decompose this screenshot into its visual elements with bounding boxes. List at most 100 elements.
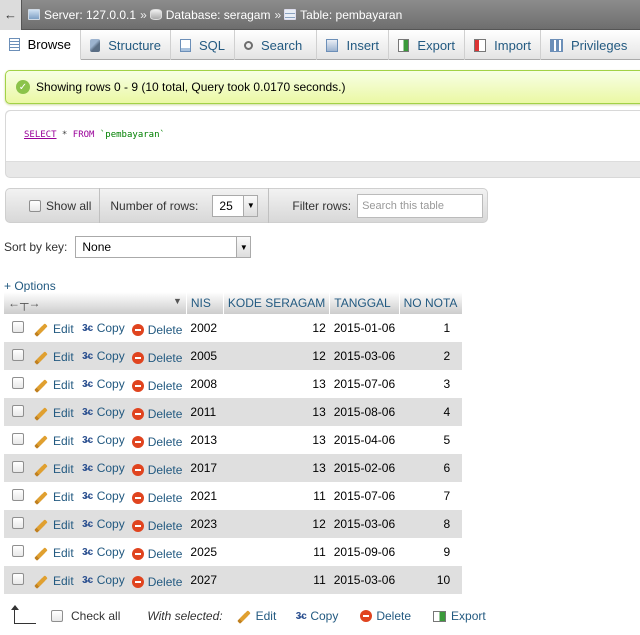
cell-tanggal[interactable]: 2015-07-06 xyxy=(329,370,400,398)
row-checkbox[interactable] xyxy=(12,377,24,390)
cell-kode-seragam[interactable]: 13 xyxy=(223,426,330,454)
filter-rows-input[interactable]: Search this table xyxy=(357,193,484,218)
tab-search[interactable]: Search xyxy=(235,30,317,60)
column-resize-icon[interactable]: ←┬→ xyxy=(8,296,41,310)
tab-import[interactable]: Import xyxy=(465,30,541,60)
row-copy-button[interactable]: 3̶c Copy xyxy=(81,433,125,447)
show-all-checkbox[interactable] xyxy=(29,199,41,212)
row-delete-button[interactable]: Delete xyxy=(131,463,182,477)
row-checkbox[interactable] xyxy=(12,349,24,362)
cell-tanggal[interactable]: 2015-03-06 xyxy=(329,566,400,594)
cell-nis[interactable]: 2013 xyxy=(186,426,224,454)
row-checkbox[interactable] xyxy=(12,489,24,502)
cell-nis[interactable]: 2011 xyxy=(186,398,224,426)
row-edit-button[interactable]: Edit xyxy=(36,434,74,448)
cell-no-nota[interactable]: 3 xyxy=(399,370,463,398)
show-all-label[interactable]: Show all xyxy=(46,199,91,213)
row-edit-button[interactable]: Edit xyxy=(36,378,74,392)
cell-nis[interactable]: 2027 xyxy=(186,566,224,594)
cell-kode-seragam[interactable]: 11 xyxy=(223,566,330,594)
breadcrumb-table[interactable]: Table: pembayaran xyxy=(284,8,402,22)
cell-nis[interactable]: 2002 xyxy=(186,314,224,342)
row-checkbox[interactable] xyxy=(12,517,24,530)
row-checkbox[interactable] xyxy=(12,461,24,474)
number-of-rows-select[interactable]: 25 ▼ xyxy=(212,194,259,217)
row-checkbox[interactable] xyxy=(12,573,24,586)
options-link[interactable]: + Options xyxy=(4,279,56,293)
column-header-no-nota[interactable]: NO NOTA xyxy=(399,292,463,314)
cell-no-nota[interactable]: 7 xyxy=(399,482,463,510)
tab-export[interactable]: Export xyxy=(389,30,465,60)
breadcrumb-table-label[interactable]: Table: pembayaran xyxy=(300,8,402,22)
cell-tanggal[interactable]: 2015-08-06 xyxy=(329,398,400,426)
breadcrumb-database[interactable]: Database: seragam xyxy=(149,8,271,22)
row-copy-button[interactable]: 3̶c Copy xyxy=(81,573,125,587)
cell-tanggal[interactable]: 2015-03-06 xyxy=(329,342,400,370)
bulk-delete-button[interactable]: Delete xyxy=(360,609,411,623)
row-checkbox[interactable] xyxy=(12,405,24,418)
cell-tanggal[interactable]: 2015-01-06 xyxy=(329,314,400,342)
cell-no-nota[interactable]: 9 xyxy=(399,538,463,566)
row-edit-button[interactable]: Edit xyxy=(36,546,74,560)
row-delete-button[interactable]: Delete xyxy=(131,351,182,365)
breadcrumb-database-label[interactable]: Database: seragam xyxy=(166,8,271,22)
row-copy-button[interactable]: 3̶c Copy xyxy=(81,321,125,335)
cell-tanggal[interactable]: 2015-04-06 xyxy=(329,426,400,454)
row-edit-button[interactable]: Edit xyxy=(36,518,74,532)
cell-kode-seragam[interactable]: 12 xyxy=(223,510,330,538)
cell-no-nota[interactable]: 10 xyxy=(399,566,463,594)
row-checkbox[interactable] xyxy=(12,321,24,334)
column-header-tanggal[interactable]: TANGGAL xyxy=(329,292,400,314)
cell-kode-seragam[interactable]: 12 xyxy=(223,342,330,370)
row-delete-button[interactable]: Delete xyxy=(131,435,182,449)
breadcrumb-server[interactable]: Server: 127.0.0.1 xyxy=(28,8,136,22)
row-edit-button[interactable]: Edit xyxy=(36,350,74,364)
row-copy-button[interactable]: 3̶c Copy xyxy=(81,517,125,531)
row-copy-button[interactable]: 3̶c Copy xyxy=(81,349,125,363)
tab-structure[interactable]: Structure xyxy=(81,30,171,60)
row-copy-button[interactable]: 3̶c Copy xyxy=(81,545,125,559)
row-delete-button[interactable]: Delete xyxy=(131,547,182,561)
cell-kode-seragam[interactable]: 11 xyxy=(223,538,330,566)
tab-privileges[interactable]: Privileges xyxy=(541,30,640,60)
row-copy-button[interactable]: 3̶c Copy xyxy=(81,489,125,503)
cell-tanggal[interactable]: 2015-02-06 xyxy=(329,454,400,482)
column-header-kode-seragam[interactable]: KODE SERAGAM xyxy=(223,292,331,314)
sql-keyword-select[interactable]: SELECT xyxy=(24,130,57,140)
row-delete-button[interactable]: Delete xyxy=(131,575,182,589)
bulk-export-button[interactable]: Export xyxy=(433,609,486,623)
cell-no-nota[interactable]: 8 xyxy=(399,510,463,538)
cell-nis[interactable]: 2025 xyxy=(186,538,224,566)
column-header-nis[interactable]: NIS xyxy=(186,292,224,314)
tab-insert[interactable]: Insert xyxy=(317,30,389,60)
row-copy-button[interactable]: 3̶c Copy xyxy=(81,461,125,475)
bulk-edit-button[interactable]: Edit xyxy=(238,609,276,623)
cell-kode-seragam[interactable]: 13 xyxy=(223,370,330,398)
cell-tanggal[interactable]: 2015-09-06 xyxy=(329,538,400,566)
tab-sql[interactable]: SQL xyxy=(171,30,235,60)
cell-nis[interactable]: 2023 xyxy=(186,510,224,538)
cell-no-nota[interactable]: 6 xyxy=(399,454,463,482)
cell-kode-seragam[interactable]: 12 xyxy=(223,314,330,342)
cell-tanggal[interactable]: 2015-07-06 xyxy=(329,482,400,510)
cell-kode-seragam[interactable]: 11 xyxy=(223,482,330,510)
row-delete-button[interactable]: Delete xyxy=(131,491,182,505)
column-toggle-header[interactable]: ←┬→ ▼ xyxy=(4,292,187,314)
row-edit-button[interactable]: Edit xyxy=(36,574,74,588)
sort-by-key-select[interactable]: None ▼ xyxy=(75,236,252,258)
row-edit-button[interactable]: Edit xyxy=(36,322,74,336)
check-all-label[interactable]: Check all xyxy=(71,609,120,623)
row-checkbox[interactable] xyxy=(12,545,24,558)
row-delete-button[interactable]: Delete xyxy=(131,323,182,337)
tab-browse[interactable]: Browse xyxy=(0,30,81,60)
cell-nis[interactable]: 2017 xyxy=(186,454,224,482)
row-copy-button[interactable]: 3̶c Copy xyxy=(81,405,125,419)
sort-chevron-down-icon[interactable]: ▼ xyxy=(173,296,182,306)
cell-kode-seragam[interactable]: 13 xyxy=(223,454,330,482)
row-copy-button[interactable]: 3̶c Copy xyxy=(81,377,125,391)
breadcrumb-server-label[interactable]: Server: 127.0.0.1 xyxy=(44,8,136,22)
cell-no-nota[interactable]: 4 xyxy=(399,398,463,426)
cell-tanggal[interactable]: 2015-03-06 xyxy=(329,510,400,538)
cell-nis[interactable]: 2008 xyxy=(186,370,224,398)
cell-no-nota[interactable]: 2 xyxy=(399,342,463,370)
